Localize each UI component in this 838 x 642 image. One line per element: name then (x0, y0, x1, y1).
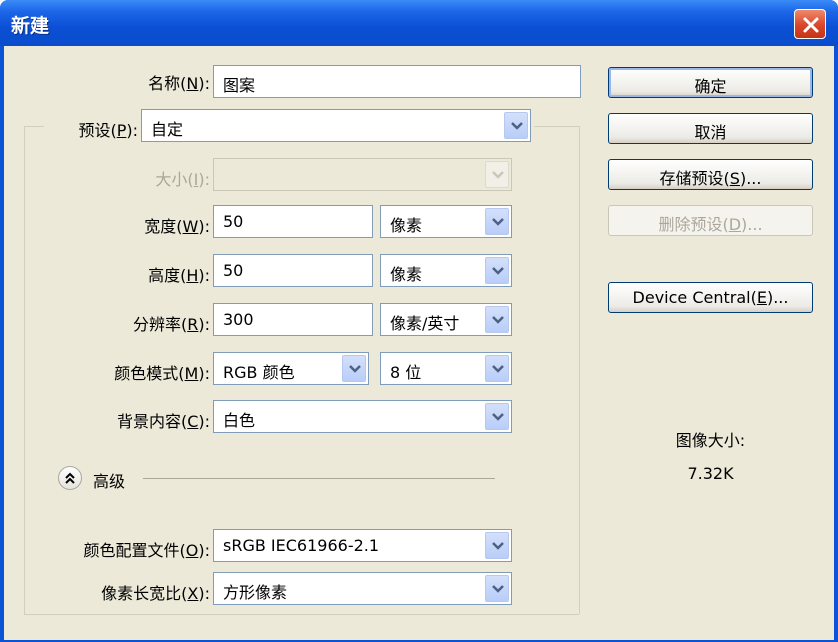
close-button[interactable] (794, 9, 826, 39)
device-central-button[interactable]: Device Central(E)... (608, 282, 813, 313)
preset-select[interactable]: 自定 (141, 109, 531, 142)
resolution-input[interactable]: 300 (213, 303, 373, 336)
preset-group-top-border-right (534, 126, 579, 127)
dropdown-arrow-icon (485, 257, 509, 284)
dropdown-arrow-icon (485, 403, 509, 430)
advanced-label: 高级 (93, 472, 126, 491)
close-icon (803, 17, 819, 33)
bit-depth-select[interactable]: 8 位 (380, 352, 512, 385)
width-unit-select[interactable]: 像素 (380, 205, 512, 238)
preset-label: 预设(P): (78, 121, 138, 140)
dropdown-arrow-icon (342, 355, 366, 382)
window-title: 新建 (11, 15, 50, 37)
width-value: 50 (223, 212, 244, 231)
height-unit-value: 像素 (390, 265, 423, 284)
title-bar[interactable]: 新建 (0, 0, 838, 46)
height-label: 高度(H): (148, 266, 210, 285)
advanced-toggle-button[interactable] (58, 466, 82, 490)
preset-group-right-border (579, 126, 580, 614)
preset-group-bottom-border (24, 614, 579, 615)
dropdown-arrow-icon (485, 532, 509, 559)
name-label: 名称(N): (148, 74, 210, 93)
background-label: 背景内容(C): (116, 412, 210, 431)
size-select (213, 158, 512, 191)
color-mode-label: 颜色模式(M): (114, 364, 210, 383)
preset-value: 自定 (151, 120, 184, 139)
pixel-aspect-select[interactable]: 方形像素 (213, 572, 512, 605)
width-input[interactable]: 50 (213, 205, 373, 238)
dropdown-arrow-icon (485, 355, 509, 382)
background-select[interactable]: 白色 (213, 400, 512, 433)
resolution-unit-value: 像素/英寸 (390, 314, 460, 333)
dropdown-arrow-icon (485, 306, 509, 333)
collapse-chevron-icon (65, 472, 75, 484)
dropdown-arrow-icon (485, 208, 509, 235)
advanced-divider (143, 478, 495, 479)
bit-depth-value: 8 位 (390, 363, 422, 382)
dialog-window: 新建 名称(N): 图案 预设(P): 自定 大小(I): 宽度(W): 50 … (0, 0, 838, 642)
height-value: 50 (223, 261, 244, 280)
width-label: 宽度(W): (144, 217, 210, 236)
dropdown-arrow-icon (485, 161, 509, 188)
dialog-body: 名称(N): 图案 预设(P): 自定 大小(I): 宽度(W): 50 像素 … (4, 46, 834, 640)
save-preset-button[interactable]: 存储预设(S)... (608, 159, 813, 190)
image-size-value: 7.32K (687, 464, 734, 483)
color-profile-label: 颜色配置文件(O): (83, 541, 210, 560)
height-input[interactable]: 50 (213, 254, 373, 287)
resolution-unit-select[interactable]: 像素/英寸 (380, 303, 512, 336)
name-value: 图案 (223, 76, 256, 95)
cancel-button[interactable]: 取消 (608, 113, 813, 144)
delete-preset-button: 删除预设(D)... (608, 205, 813, 236)
dropdown-arrow-icon (504, 112, 528, 139)
pixel-aspect-label: 像素长宽比(X): (101, 584, 210, 603)
resolution-value: 300 (223, 310, 254, 329)
width-unit-value: 像素 (390, 216, 423, 235)
ok-button[interactable]: 确定 (608, 67, 813, 98)
color-profile-select[interactable]: sRGB IEC61966-2.1 (213, 529, 512, 562)
color-mode-select[interactable]: RGB 颜色 (213, 352, 369, 385)
height-unit-select[interactable]: 像素 (380, 254, 512, 287)
dropdown-arrow-icon (485, 575, 509, 602)
color-profile-value: sRGB IEC61966-2.1 (223, 536, 380, 555)
image-size-label: 图像大小: (675, 431, 746, 450)
color-mode-value: RGB 颜色 (223, 363, 295, 382)
resolution-label: 分辨率(R): (132, 315, 210, 334)
size-label: 大小(I): (155, 170, 210, 189)
background-value: 白色 (223, 411, 256, 430)
pixel-aspect-value: 方形像素 (223, 583, 288, 602)
name-input[interactable]: 图案 (213, 65, 581, 98)
